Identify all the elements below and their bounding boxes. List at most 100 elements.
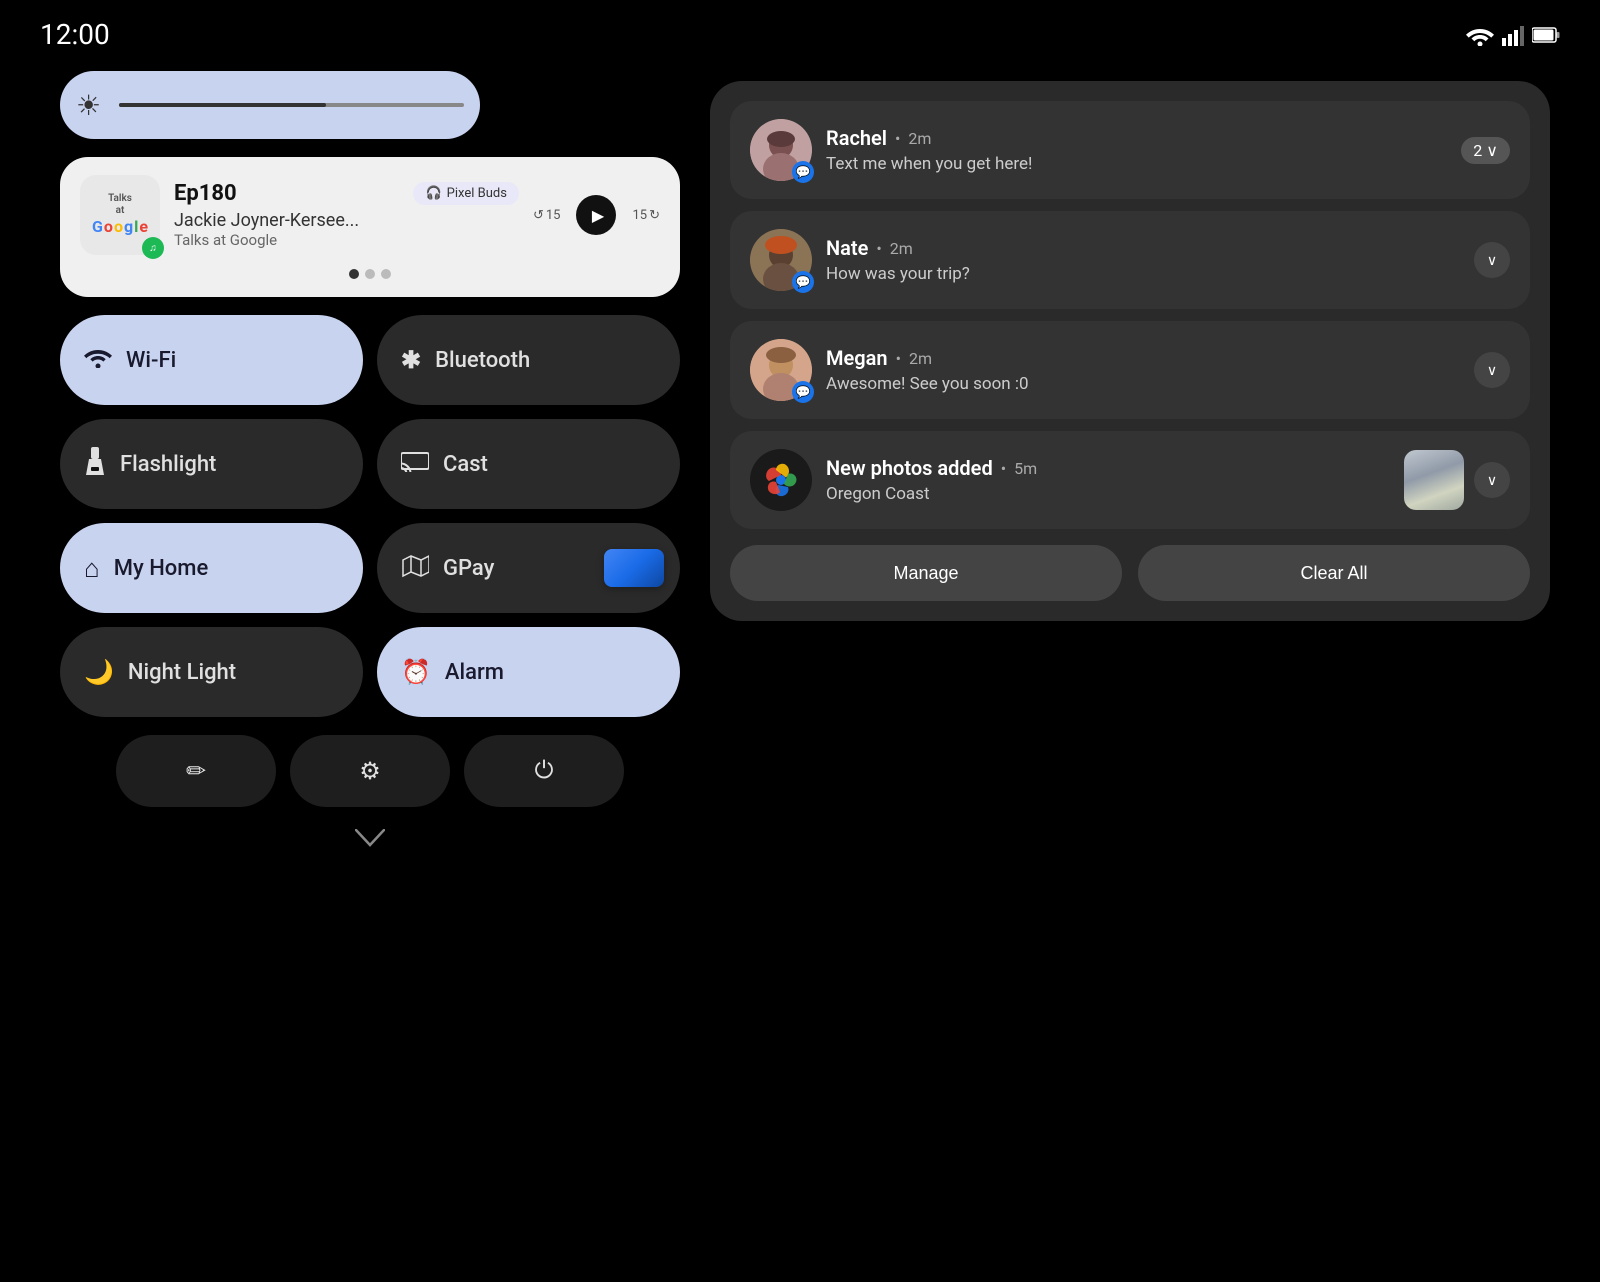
- rachel-app-badge: 💬: [792, 161, 814, 183]
- megan-time: 2m: [909, 349, 932, 368]
- power-button[interactable]: ⏻: [464, 735, 624, 807]
- tile-nightlight[interactable]: 🌙 Night Light: [60, 627, 363, 717]
- megan-avatar-wrapper: 💬: [750, 339, 812, 401]
- notification-rachel[interactable]: 💬 Rachel • 2m Text me when you get here!…: [730, 101, 1530, 199]
- nate-time: 2m: [890, 239, 913, 258]
- nate-content: Nate • 2m How was your trip?: [826, 236, 1460, 284]
- brightness-icon: ☀: [76, 89, 101, 122]
- alarm-label: Alarm: [445, 660, 504, 685]
- nate-name: Nate: [826, 236, 868, 260]
- wifi-status-icon: [1466, 24, 1494, 46]
- tile-myhome[interactable]: ⌂ My Home: [60, 523, 363, 613]
- megan-name: Megan: [826, 346, 888, 370]
- gpay-icon: [401, 554, 429, 583]
- status-time: 12:00: [40, 18, 110, 51]
- bluetooth-label: Bluetooth: [435, 348, 530, 373]
- megan-actions: ∨: [1474, 352, 1510, 388]
- rachel-name: Rachel: [826, 126, 887, 150]
- tile-wifi[interactable]: Wi-Fi: [60, 315, 363, 405]
- rachel-avatar-wrapper: 💬: [750, 119, 812, 181]
- thumbnail-image: [1404, 450, 1464, 510]
- photos-content: New photos added • 5m Oregon Coast: [826, 456, 1390, 504]
- media-dot-1: [349, 269, 359, 279]
- photos-pinwheel-icon: [763, 462, 799, 498]
- nate-avatar-wrapper: 💬: [750, 229, 812, 291]
- photos-message: Oregon Coast: [826, 484, 1390, 504]
- media-subtitle: Talks at Google: [174, 231, 519, 249]
- nate-header: Nate • 2m: [826, 236, 1460, 260]
- tile-gpay[interactable]: GPay: [377, 523, 680, 613]
- notif-bottom-row: Manage Clear All: [730, 545, 1530, 601]
- flashlight-label: Flashlight: [120, 452, 216, 477]
- media-dot-2: [365, 269, 375, 279]
- media-app-icon: Talksat Google ♫: [80, 175, 160, 255]
- notification-nate[interactable]: 💬 Nate • 2m How was your trip? ∨: [730, 211, 1530, 309]
- chevron-down[interactable]: [60, 825, 680, 851]
- main-layout: ☀ Talksat Google ♫: [0, 61, 1600, 1273]
- media-dot-3: [381, 269, 391, 279]
- home-icon: ⌂: [84, 553, 100, 584]
- signal-status-icon: [1502, 24, 1524, 46]
- photos-app-icon: [750, 449, 812, 511]
- notifications-panel: 💬 Rachel • 2m Text me when you get here!…: [710, 81, 1550, 621]
- edit-button[interactable]: ✏: [116, 735, 276, 807]
- tile-cast[interactable]: Cast: [377, 419, 680, 509]
- photos-expand-btn[interactable]: ∨: [1474, 462, 1510, 498]
- nightlight-label: Night Light: [128, 660, 236, 685]
- wifi-label: Wi-Fi: [126, 348, 176, 373]
- cast-label: Cast: [443, 452, 488, 477]
- media-dots: [80, 269, 660, 279]
- clear-all-button[interactable]: Clear All: [1138, 545, 1530, 601]
- notification-megan[interactable]: 💬 Megan • 2m Awesome! See you soon :0 ∨: [730, 321, 1530, 419]
- nate-actions: ∨: [1474, 242, 1510, 278]
- notification-photos[interactable]: New photos added • 5m Oregon Coast ∨: [730, 431, 1530, 529]
- tile-alarm[interactable]: ⏰ Alarm: [377, 627, 680, 717]
- status-icons: [1466, 24, 1560, 46]
- photos-thumbnail: [1404, 450, 1464, 510]
- rachel-actions: 2 ∨: [1461, 137, 1510, 164]
- megan-app-badge: 💬: [792, 381, 814, 403]
- rachel-time: 2m: [908, 129, 931, 148]
- moon-icon: 🌙: [84, 658, 114, 686]
- media-player-card[interactable]: Talksat Google ♫ Ep180 🎧 Pixel Buds: [60, 157, 680, 297]
- media-episode: Ep180: [174, 181, 237, 206]
- manage-button[interactable]: Manage: [730, 545, 1122, 601]
- brightness-control[interactable]: ☀: [60, 71, 480, 139]
- tile-bluetooth[interactable]: ✱ Bluetooth: [377, 315, 680, 405]
- photos-actions: ∨: [1404, 450, 1510, 510]
- forward-btn[interactable]: 15↻: [632, 208, 660, 223]
- media-info: Ep180 🎧 Pixel Buds Jackie Joyner-Kersee.…: [174, 181, 519, 249]
- brightness-slider-fill: [119, 103, 326, 107]
- megan-message: Awesome! See you soon :0: [826, 374, 1460, 394]
- megan-header: Megan • 2m: [826, 346, 1460, 370]
- settings-button[interactable]: ⚙: [290, 735, 450, 807]
- status-bar: 12:00: [0, 0, 1600, 61]
- tiles-grid: Wi-Fi ✱ Bluetooth Flashlight Cast: [60, 315, 680, 717]
- nate-app-badge: 💬: [792, 271, 814, 293]
- megan-expand-btn[interactable]: ∨: [1474, 352, 1510, 388]
- rachel-message: Text me when you get here!: [826, 154, 1447, 174]
- brightness-slider-track[interactable]: [119, 103, 464, 107]
- rachel-count: 2: [1473, 141, 1482, 160]
- alarm-icon: ⏰: [401, 658, 431, 686]
- media-controls: ↺15 15↻: [533, 195, 660, 235]
- brightness-row: ☀: [60, 71, 680, 139]
- wifi-icon: [84, 345, 112, 375]
- photos-time: 5m: [1014, 459, 1037, 478]
- gpay-card-visual: [604, 549, 664, 587]
- media-title: Jackie Joyner-Kersee...: [174, 210, 374, 231]
- rewind-btn[interactable]: ↺15: [533, 208, 561, 223]
- pixel-buds-badge: 🎧 Pixel Buds: [413, 182, 518, 205]
- nate-expand-btn[interactable]: ∨: [1474, 242, 1510, 278]
- rachel-count-badge[interactable]: 2 ∨: [1461, 137, 1510, 164]
- quick-settings-panel: ☀ Talksat Google ♫: [60, 71, 680, 1263]
- rachel-header: Rachel • 2m: [826, 126, 1447, 150]
- media-card-inner: Talksat Google ♫ Ep180 🎧 Pixel Buds: [80, 175, 660, 255]
- spotify-badge: ♫: [142, 237, 164, 259]
- battery-status-icon: [1532, 27, 1560, 43]
- flashlight-icon: [84, 447, 106, 482]
- play-button[interactable]: [576, 195, 616, 235]
- talks-text: Talksat: [92, 193, 148, 217]
- gpay-label: GPay: [443, 556, 494, 581]
- tile-flashlight[interactable]: Flashlight: [60, 419, 363, 509]
